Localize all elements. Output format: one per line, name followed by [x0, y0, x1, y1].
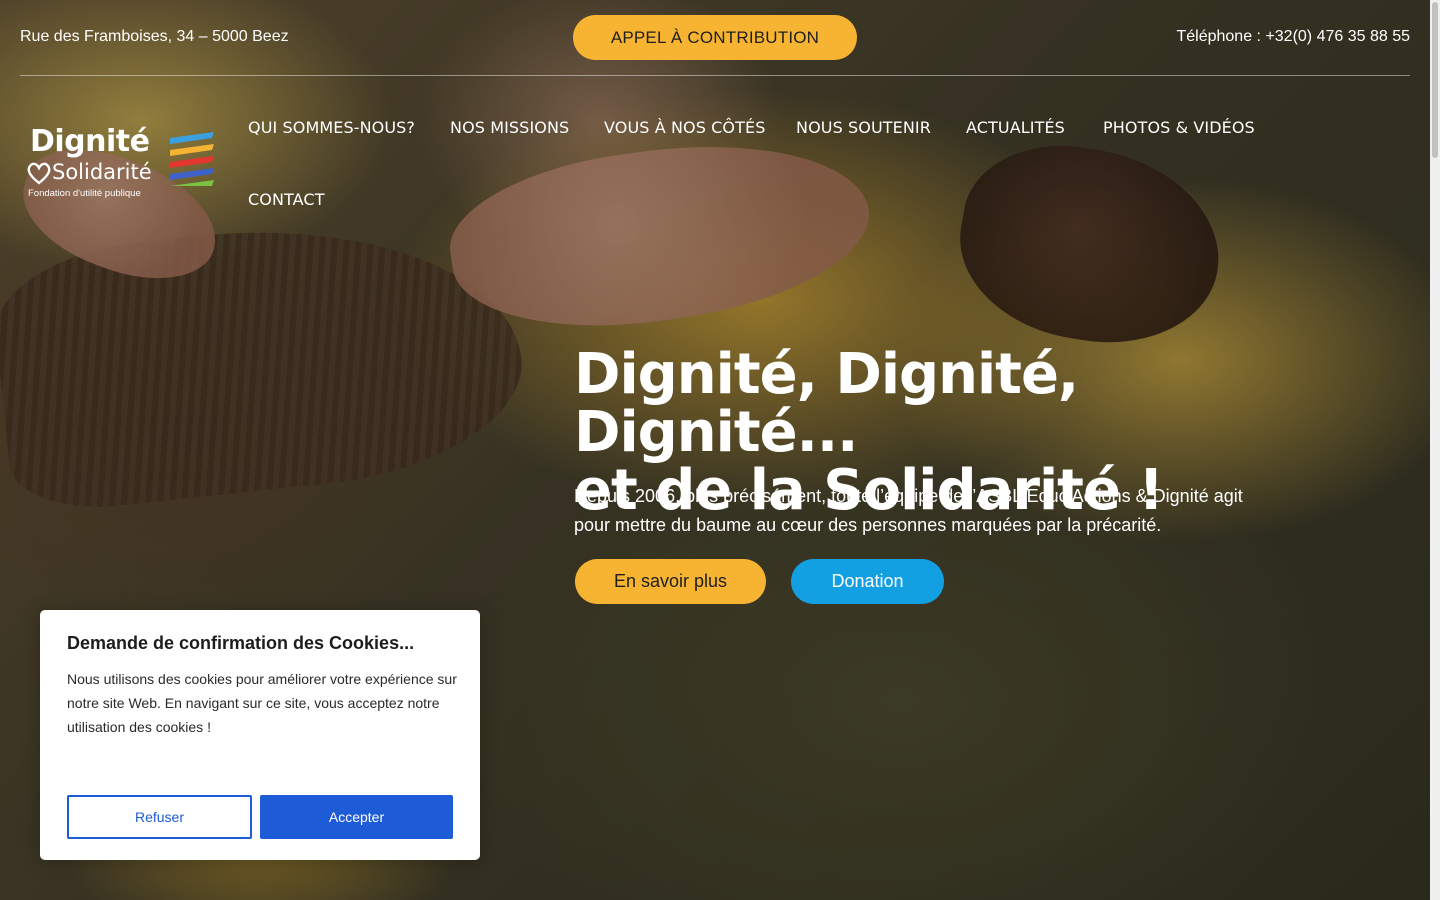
- heart-icon: [27, 162, 51, 185]
- call-for-contribution-button[interactable]: APPEL À CONTRIBUTION: [573, 15, 857, 60]
- scrollbar-thumb[interactable]: [1432, 2, 1438, 158]
- hero-subtitle: Depuis 2006, plus précisément, toute l’é…: [574, 486, 1243, 535]
- nav-item-qui-sommes-nous[interactable]: QUI SOMMES-NOUS?: [248, 118, 415, 137]
- address-text: Rue des Framboises, 34 – 5000 Beez: [20, 28, 289, 45]
- site-logo[interactable]: Dignité Solidarité Fondation d'utilité p…: [27, 124, 218, 204]
- nav-item-photos-videos[interactable]: PHOTOS & VIDÉOS: [1103, 118, 1255, 137]
- top-bar: Rue des Framboises, 34 – 5000 Beez APPEL…: [20, 0, 1410, 76]
- cookie-accept-button[interactable]: Accepter: [260, 795, 453, 839]
- cookie-body: Nous utilisons des cookies pour améliore…: [67, 671, 457, 735]
- learn-more-button[interactable]: En savoir plus: [575, 559, 766, 604]
- nav-item-contact[interactable]: CONTACT: [248, 190, 325, 209]
- cookie-title: Demande de confirmation des Cookies...: [67, 633, 415, 653]
- hero-title-line1: Dignité, Dignité, Dignité...: [574, 342, 1079, 465]
- phone-text[interactable]: Téléphone : +32(0) 476 35 88 55: [1176, 28, 1410, 46]
- logo-line1: Dignité: [30, 124, 150, 159]
- nav-item-vous-a-nos-cotes[interactable]: VOUS À NOS CÔTÉS: [604, 118, 765, 137]
- logo-tagline: Fondation d'utilité publique: [28, 188, 141, 199]
- nav-item-nous-soutenir[interactable]: NOUS SOUTENIR: [796, 118, 931, 137]
- cookie-consent-dialog: Demande de confirmation des Cookies... N…: [40, 610, 480, 860]
- logo-stripes-icon: [170, 132, 214, 186]
- nav-item-nos-missions[interactable]: NOS MISSIONS: [450, 118, 569, 137]
- logo-line2: Solidarité: [52, 160, 152, 184]
- nav-item-actualites[interactable]: ACTUALITÉS: [966, 118, 1065, 137]
- page-scrollbar[interactable]: [1430, 0, 1440, 900]
- donation-button[interactable]: Donation: [791, 559, 944, 604]
- cookie-refuse-button[interactable]: Refuser: [67, 795, 252, 839]
